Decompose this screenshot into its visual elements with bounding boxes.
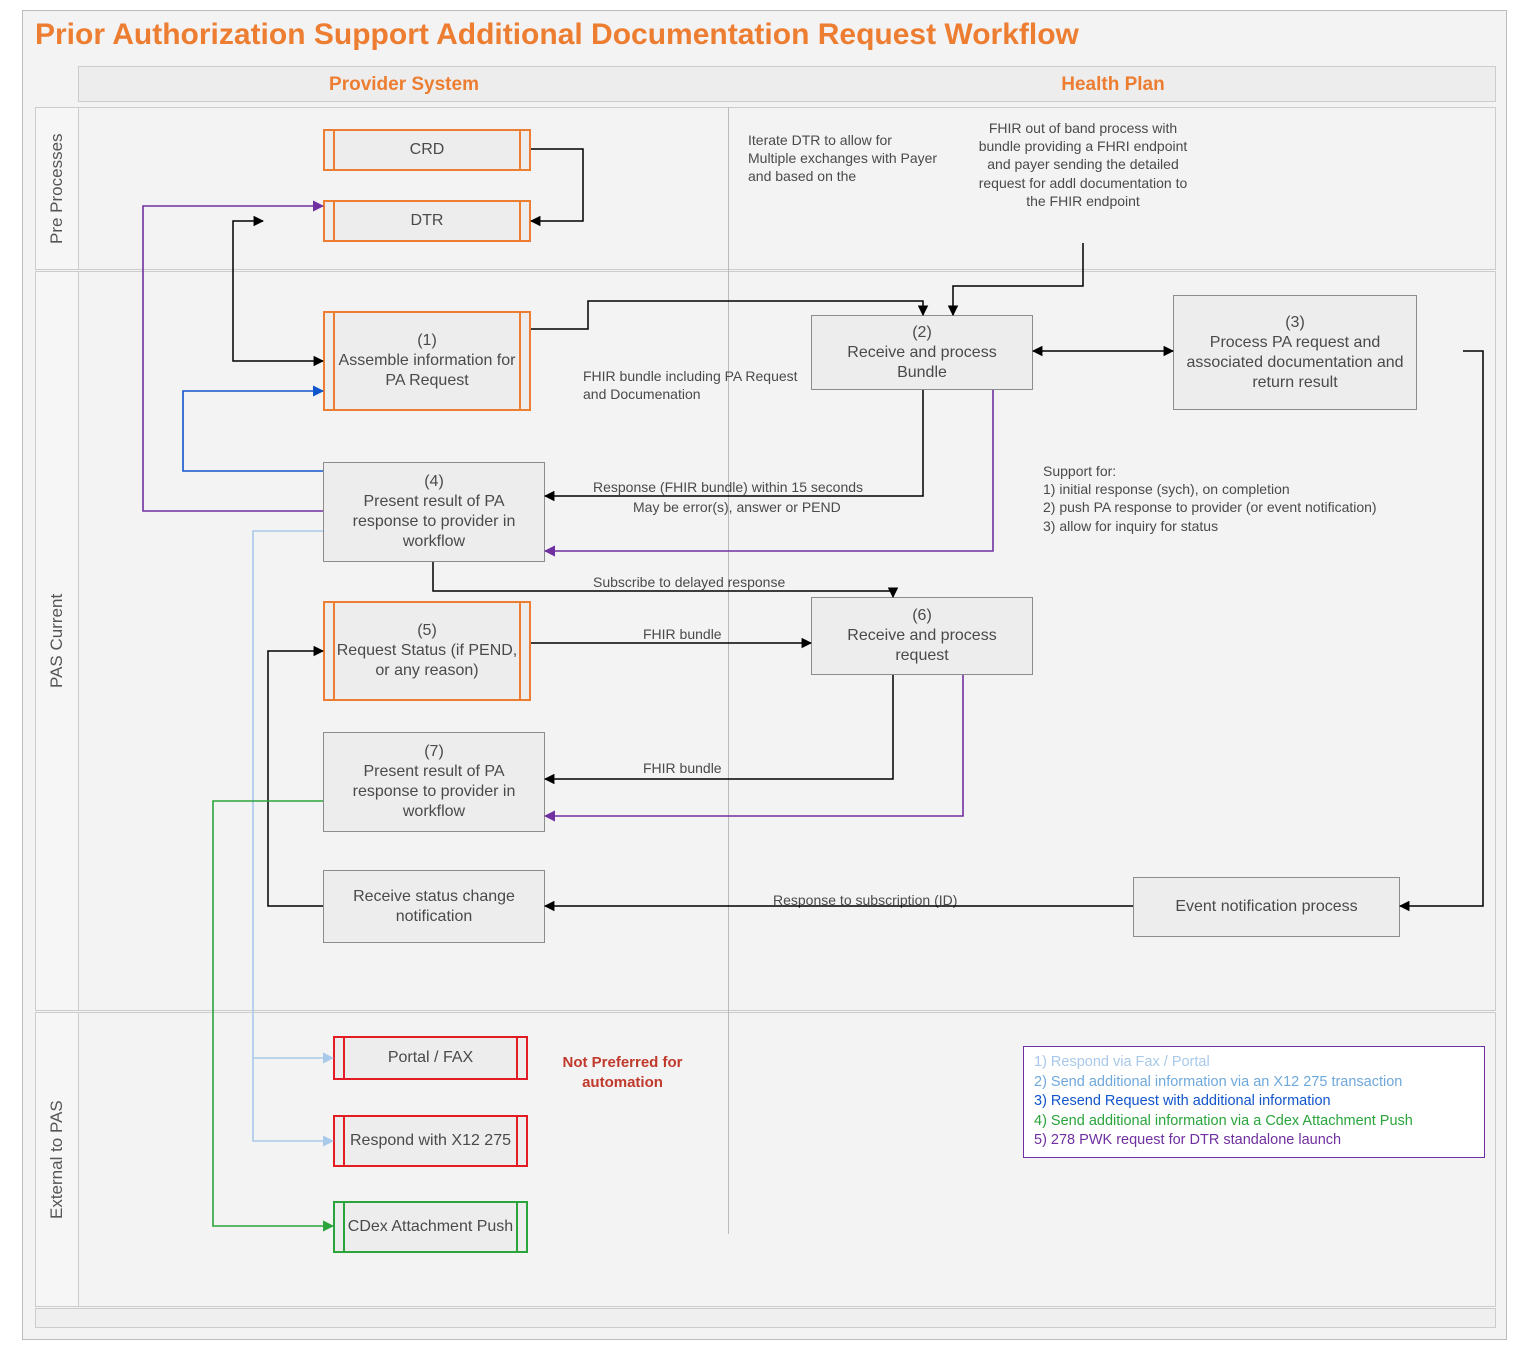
legend-1: 1) Respond via Fax / Portal <box>1034 1053 1474 1073</box>
text-iterate: Iterate DTR to allow for Multiple exchan… <box>748 131 938 186</box>
text-fhir-bundle2: FHIR bundle <box>643 759 763 777</box>
col-healthplan: Health Plan <box>729 67 1497 103</box>
diagram-frame: Prior Authorization Support Additional D… <box>22 10 1507 1340</box>
lane-pas: PAS Current <box>35 271 79 1011</box>
node-4: (4) Present result of PA response to pro… <box>323 462 545 562</box>
text-fhir-bundle-req: FHIR bundle including PA Request and Doc… <box>583 367 803 403</box>
node-1-text: Assemble information for PA Request <box>335 351 519 391</box>
text-support: Support for: 1) initial response (sych),… <box>1043 462 1443 535</box>
legend-2: 2) Send additional information via an X1… <box>1034 1073 1474 1093</box>
node-dtr: DTR <box>323 200 531 242</box>
node-portal: Portal / FAX <box>333 1036 528 1080</box>
legend-5: 5) 278 PWK request for DTR standalone la… <box>1034 1131 1474 1151</box>
node-1-num: (1) <box>417 331 437 351</box>
node-cdex: CDex Attachment Push <box>333 1201 528 1253</box>
lane-ext: External to PAS <box>35 1012 79 1307</box>
node-5: (5) Request Status (if PEND, or any reas… <box>323 601 531 701</box>
text-fhir-bundle: FHIR bundle <box>643 625 763 643</box>
text-resp-sub: Response to subscription (ID) <box>773 891 1013 909</box>
node-1: (1) Assemble information for PA Request <box>323 311 531 411</box>
text-subscribe: Subscribe to delayed response <box>593 573 833 591</box>
text-not-preferred: Not Preferred for automation <box>560 1053 685 1092</box>
node-x12: Respond with X12 275 <box>333 1115 528 1167</box>
center-divider <box>728 107 729 1234</box>
text-fhir-oob: FHIR out of band process with bundle pro… <box>978 119 1188 210</box>
node-dtr-label: DTR <box>411 211 444 231</box>
legend-4: 4) Send additional information via a Cde… <box>1034 1112 1474 1132</box>
legend-3: 3) Resend Request with additional inform… <box>1034 1092 1474 1112</box>
text-response15: Response (FHIR bundle) within 15 seconds <box>593 478 913 496</box>
node-3: (3) Process PA request and associated do… <box>1173 295 1417 410</box>
node-7: (7) Present result of PA response to pro… <box>323 732 545 832</box>
node-9: Event notification process <box>1133 877 1400 937</box>
node-6: (6) Receive and process request <box>811 597 1033 675</box>
node-8: Receive status change notification <box>323 870 545 943</box>
swimlane-header: Provider System Health Plan <box>78 66 1496 102</box>
col-provider: Provider System <box>79 67 729 103</box>
text-maybe-errors: May be error(s), answer or PEND <box>633 498 893 516</box>
node-crd-label: CRD <box>410 140 445 160</box>
lane-pre: Pre Processes <box>35 107 79 270</box>
node-2: (2) Receive and process Bundle <box>811 315 1033 390</box>
legend: 1) Respond via Fax / Portal 2) Send addi… <box>1023 1046 1485 1158</box>
diagram-title: Prior Authorization Support Additional D… <box>35 18 1079 52</box>
node-crd: CRD <box>323 129 531 171</box>
